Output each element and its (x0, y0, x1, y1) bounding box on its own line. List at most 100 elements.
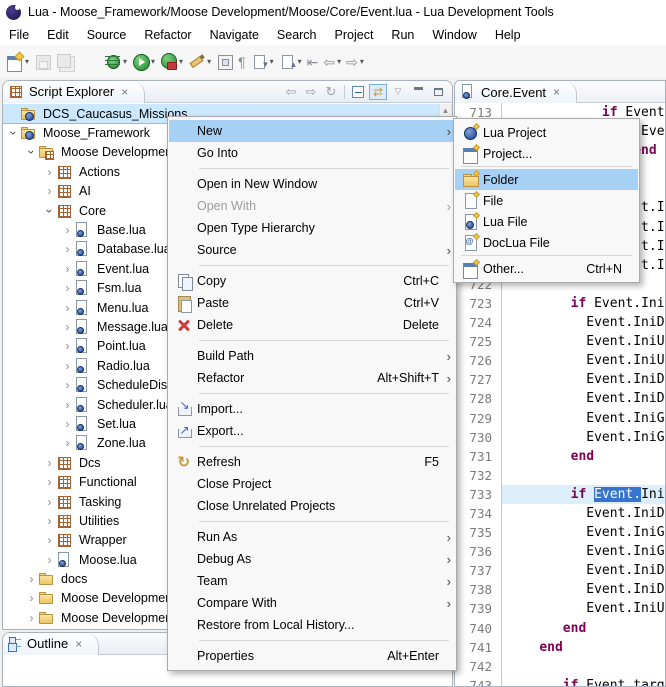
expander-icon[interactable]: › (43, 514, 56, 528)
link-with-editor-icon[interactable]: ⇄ (368, 83, 388, 101)
menubar-item-window[interactable]: Window (423, 26, 485, 44)
code-text[interactable]: Event.IniDCSUnitName = Event.IniDCSUnit:… (502, 580, 665, 599)
dropdown-arrow-icon[interactable]: ▾ (123, 57, 127, 66)
code-line-725[interactable]: 725 Event.IniUnitName = Event.IniDCSUnit… (455, 332, 665, 351)
code-line-735[interactable]: 735 Event.IniGroupName = Event.IniDCSGro… (455, 523, 665, 542)
code-text[interactable]: Event.IniGroup = GROUP:FindByName( Event… (502, 542, 665, 561)
code-text[interactable]: end (502, 638, 665, 657)
context-menu-item-copy[interactable]: CopyCtrl+C (169, 270, 455, 292)
collapse-all-icon[interactable] (348, 83, 368, 101)
expander-icon[interactable]: › (61, 339, 74, 353)
expander-icon[interactable]: › (61, 359, 74, 373)
context-menu-item-properties[interactable]: PropertiesAlt+Enter (169, 645, 455, 667)
context-menu-item-close-unrelated-projects[interactable]: Close Unrelated Projects (169, 495, 455, 517)
expander-icon[interactable]: › (43, 204, 57, 217)
code-line-737[interactable]: 737 Event.IniDCSUnit = Event.initiator (455, 561, 665, 580)
code-text[interactable]: if Event.IniDCSUnit then (502, 294, 665, 313)
dropdown-arrow-icon[interactable]: ▾ (298, 57, 302, 66)
expander-icon[interactable]: › (43, 165, 56, 179)
dropdown-arrow-icon[interactable]: ▾ (337, 57, 341, 66)
new-submenu-item-project-[interactable]: Project... (455, 143, 638, 164)
context-menu-item-import-[interactable]: Import... (169, 398, 455, 420)
code-line-743[interactable]: 743 if Event.target then (455, 676, 665, 687)
dropdown-arrow-icon[interactable]: ▾ (360, 57, 364, 66)
context-menu-item-open-in-new-window[interactable]: Open in New Window (169, 173, 455, 195)
expander-icon[interactable]: › (43, 184, 56, 198)
expander-icon[interactable]: › (61, 301, 74, 315)
dropdown-arrow-icon[interactable]: ▾ (179, 57, 183, 66)
code-text[interactable]: Event.IniDCSGroup = Event.IniDCSUnit:get… (502, 370, 665, 389)
menubar-item-search[interactable]: Search (268, 26, 326, 44)
close-icon[interactable]: × (121, 85, 128, 99)
expander-icon[interactable]: › (43, 456, 56, 470)
expander-icon[interactable]: › (25, 591, 38, 605)
code-text[interactable]: if Event.IniDCSGroup then (502, 485, 665, 504)
code-line-732[interactable]: 732 (455, 466, 665, 485)
context-menu-item-export-[interactable]: Export... (169, 420, 455, 442)
code-text[interactable] (502, 466, 665, 485)
external-tools-button[interactable]: ▾ (186, 50, 213, 74)
expander-icon[interactable]: › (61, 242, 74, 256)
run-button[interactable]: ▾ (130, 50, 157, 74)
code-text[interactable]: Event.IniGroupName = Event.IniDCSGroupNa… (502, 523, 665, 542)
previous-annotation-button[interactable]: ▴▾ (277, 50, 304, 74)
code-text[interactable] (502, 657, 665, 676)
code-line-730[interactable]: 730 Event.IniGroup = GROUP:FindByName( E… (455, 428, 665, 447)
context-menu-item-run-as[interactable]: Run As› (169, 526, 455, 548)
close-icon[interactable]: × (553, 85, 560, 99)
dropdown-arrow-icon[interactable]: ▾ (25, 57, 29, 66)
forward-arrow-icon[interactable]: ⇨ (301, 83, 321, 101)
go-into-icon[interactable]: ↻ (321, 83, 341, 101)
expander-icon[interactable]: › (61, 320, 74, 334)
menubar-item-navigate[interactable]: Navigate (201, 26, 268, 44)
expander-icon[interactable]: › (25, 611, 38, 625)
minimize-icon[interactable] (408, 83, 428, 101)
context-menu-item-debug-as[interactable]: Debug As› (169, 548, 455, 570)
code-text[interactable]: Event.IniUnitName = Event.IniDCSUnitName (502, 332, 665, 351)
expander-icon[interactable]: › (43, 533, 56, 547)
context-menu-item-restore-from-local-history-[interactable]: Restore from Local History... (169, 614, 455, 636)
run-external-button[interactable]: ▾ (158, 50, 185, 74)
expander-icon[interactable]: › (61, 223, 74, 237)
code-text[interactable]: Event.IniDCSUnit = Event.initiator (502, 561, 665, 580)
new-submenu-item-other-[interactable]: Other...Ctrl+N (455, 258, 638, 279)
context-menu-item-paste[interactable]: PasteCtrl+V (169, 292, 455, 314)
back-arrow-icon[interactable]: ⇦ (281, 83, 301, 101)
maximize-icon[interactable] (428, 83, 448, 101)
expander-icon[interactable]: › (61, 417, 74, 431)
show-whitespace-button[interactable]: ¶ (236, 50, 248, 74)
menubar-item-help[interactable]: Help (486, 26, 530, 44)
code-text[interactable]: Event.IniDCSUnitName = Event.IniDCSUnit:… (502, 313, 665, 332)
new-submenu-item-lua-project[interactable]: Lua Project (455, 122, 638, 143)
new-submenu-item-lua-file[interactable]: Lua File (455, 211, 638, 232)
expander-icon[interactable]: › (61, 436, 74, 450)
context-menu-item-close-project[interactable]: Close Project (169, 473, 455, 495)
menubar-item-project[interactable]: Project (326, 26, 383, 44)
close-icon[interactable]: × (75, 637, 82, 651)
expander-icon[interactable]: › (61, 378, 74, 392)
code-text[interactable]: if Event.target then (502, 676, 665, 687)
menubar-item-file[interactable]: File (0, 26, 38, 44)
debug-button[interactable]: ▾ (102, 50, 129, 74)
code-text[interactable]: Event.IniDCSGroupName = "" (502, 389, 665, 408)
code-line-728[interactable]: 728 Event.IniDCSGroupName = "" (455, 389, 665, 408)
code-line-729[interactable]: 729 Event.IniGroupName = Event.IniDCSGro… (455, 409, 665, 428)
context-menu-item-build-path[interactable]: Build Path› (169, 345, 455, 367)
menubar-item-run[interactable]: Run (382, 26, 423, 44)
back-button[interactable]: ⇦▾ (321, 50, 343, 74)
expander-icon[interactable]: › (61, 262, 74, 276)
context-menu-item-team[interactable]: Team› (169, 570, 455, 592)
new-submenu-item-file[interactable]: File (455, 190, 638, 211)
context-menu-item-source[interactable]: Source› (169, 239, 455, 261)
expander-icon[interactable]: › (25, 146, 39, 159)
code-line-727[interactable]: 727 Event.IniDCSGroup = Event.IniDCSUnit… (455, 370, 665, 389)
code-line-741[interactable]: 741 end (455, 638, 665, 657)
dropdown-arrow-icon[interactable]: ▾ (151, 57, 155, 66)
tab-outline[interactable]: Outline × (3, 633, 99, 655)
code-text[interactable]: Event.IniDCSGroupName = Event.IniDCSGrou… (502, 504, 665, 523)
menubar-item-source[interactable]: Source (78, 26, 136, 44)
context-menu-item-delete[interactable]: DeleteDelete (169, 314, 455, 336)
code-line-738[interactable]: 738 Event.IniDCSUnitName = Event.IniDCSU… (455, 580, 665, 599)
code-text[interactable]: Event.IniGroupName = Event.IniDCSGroupNa… (502, 409, 665, 428)
code-line-739[interactable]: 739 Event.IniUnitName = Event.IniDCSUnit… (455, 599, 665, 618)
